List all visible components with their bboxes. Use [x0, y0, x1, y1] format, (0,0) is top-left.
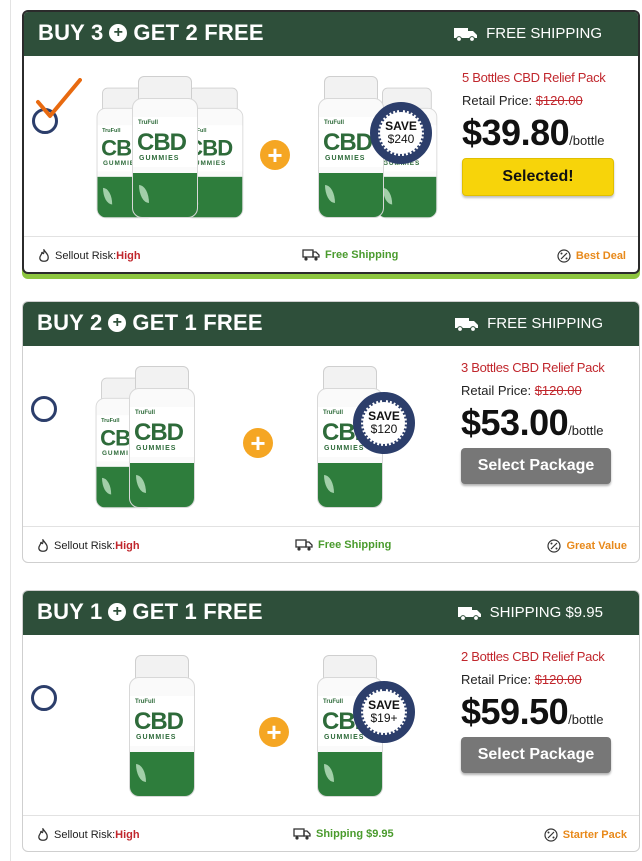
- orange-plus-icon: +: [260, 140, 290, 170]
- package-header: BUY 3 + GET 2 FREE FREE SHIPPING: [24, 12, 638, 56]
- retail-price: Retail Price: $120.00: [461, 672, 582, 687]
- bottle-price: $53.00/bottle: [461, 402, 604, 443]
- pack-name: 2 Bottles CBD Relief Pack: [461, 649, 605, 664]
- header-shipping: FREE SHIPPING: [455, 315, 603, 332]
- free-bottles: TruFullCBDGUMMIES TruFullCBDGUMMIES SAVE…: [314, 76, 444, 226]
- deal-tag: Starter Pack: [544, 828, 627, 842]
- flame-icon: [38, 539, 48, 552]
- flame-icon: [39, 249, 49, 262]
- truck-icon: [293, 828, 311, 840]
- package-radio[interactable]: [31, 396, 57, 422]
- package-header: BUY 1 + GET 1 FREE SHIPPING $9.95: [23, 591, 639, 635]
- truck-icon: [295, 539, 313, 551]
- deal-tag: Great Value: [547, 539, 627, 553]
- select-package-button[interactable]: Select Package: [461, 737, 611, 773]
- header-shipping-text: FREE SHIPPING: [486, 25, 602, 42]
- orange-plus-icon: +: [243, 428, 273, 458]
- footer-shipping: Free Shipping: [302, 249, 398, 261]
- bottle-image: TruFullCBDGUMMIES: [129, 655, 195, 797]
- package-footer: Sellout Risk: High Shipping $9.95 Starter…: [23, 815, 639, 851]
- header-shipping: SHIPPING $9.95: [457, 604, 603, 621]
- paid-bottles: TruFull CBD GUMMIES: [123, 655, 203, 805]
- retail-price: Retail Price: $120.00: [462, 93, 583, 108]
- deal-free-text: GET 2 FREE: [133, 20, 264, 45]
- plus-circle-icon: +: [109, 24, 128, 42]
- price-info: 5 Bottles CBD Relief Pack Retail Price: …: [462, 70, 638, 196]
- select-package-button[interactable]: Select Package: [461, 448, 611, 484]
- plus-circle-icon: +: [108, 314, 127, 332]
- truck-icon: [455, 317, 479, 332]
- package-card-buy2[interactable]: BUY 2 + GET 1 FREE FREE SHIPPING TruFull…: [22, 301, 640, 563]
- save-badge: SAVE $120: [353, 392, 415, 454]
- price-info: 2 Bottles CBD Relief Pack Retail Price: …: [461, 649, 637, 773]
- footer-shipping: Free Shipping: [295, 539, 391, 551]
- truck-icon: [457, 606, 481, 621]
- deal-buy-text: BUY 2: [37, 310, 103, 335]
- sellout-risk: Sellout Risk: High: [38, 249, 141, 263]
- paid-bottles: TruFull CBD GUMMIES TruFull CBD GUMMIES: [93, 366, 223, 516]
- free-bottles: TruFull CBD GUMMIES SAVE $120: [313, 366, 443, 516]
- header-shipping-text: SHIPPING $9.95: [489, 604, 603, 621]
- deal-title: BUY 1 + GET 1 FREE: [37, 599, 263, 625]
- percent-badge-icon: [557, 249, 571, 263]
- deal-title: BUY 2 + GET 1 FREE: [37, 310, 263, 336]
- package-body: TruFull CBD GUMMIES + TruFull CBD GUMMIES SA…: [23, 635, 639, 815]
- sellout-risk: Sellout Risk: High: [37, 828, 140, 842]
- package-card-buy3[interactable]: BUY 3 + GET 2 FREE FREE SHIPPING TruFull…: [22, 10, 640, 274]
- deal-free-text: GET 1 FREE: [132, 310, 263, 335]
- deal-buy-text: BUY 3: [38, 20, 104, 45]
- selected-button[interactable]: Selected!: [462, 158, 614, 196]
- truck-icon: [302, 249, 320, 261]
- page-edge-line: [10, 0, 11, 861]
- footer-shipping: Shipping $9.95: [293, 828, 394, 840]
- package-radio[interactable]: [31, 685, 57, 711]
- paid-bottles: TruFullCBDGUMMIES TruFullCBDGUMMIES TruF…: [94, 76, 244, 226]
- package-card-buy1[interactable]: BUY 1 + GET 1 FREE SHIPPING $9.95 TruFul…: [22, 590, 640, 852]
- truck-icon: [454, 27, 478, 42]
- orange-plus-icon: +: [259, 717, 289, 747]
- package-body: TruFullCBDGUMMIES TruFullCBDGUMMIES TruF…: [24, 56, 638, 236]
- bottle-price: $59.50/bottle: [461, 691, 604, 732]
- retail-price: Retail Price: $120.00: [461, 383, 582, 398]
- bottle-price: $39.80/bottle: [462, 112, 605, 153]
- bottle-image: TruFullCBDGUMMIES: [129, 366, 195, 508]
- pack-name: 5 Bottles CBD Relief Pack: [462, 70, 606, 85]
- percent-badge-icon: [547, 539, 562, 553]
- save-badge: SAVE $240: [370, 102, 432, 164]
- percent-badge-icon: [544, 828, 558, 842]
- free-bottles: TruFull CBD GUMMIES SAVE $19+: [313, 655, 443, 805]
- pack-name: 3 Bottles CBD Relief Pack: [461, 360, 605, 375]
- deal-buy-text: BUY 1: [37, 599, 103, 624]
- package-footer: Sellout Risk: High Free Shipping Best Dea…: [24, 236, 638, 272]
- package-body: TruFull CBD GUMMIES TruFull CBD GUMMIES + Tr…: [23, 346, 639, 526]
- price-info: 3 Bottles CBD Relief Pack Retail Price: …: [461, 360, 637, 484]
- save-badge: SAVE $19+: [353, 681, 415, 743]
- header-shipping: FREE SHIPPING: [454, 25, 602, 42]
- deal-tag: Best Deal: [557, 249, 626, 263]
- bottle-image: TruFullCBDGUMMIES: [132, 76, 198, 218]
- plus-circle-icon: +: [108, 603, 127, 621]
- deal-title: BUY 3 + GET 2 FREE: [38, 20, 264, 46]
- deal-free-text: GET 1 FREE: [132, 599, 263, 624]
- package-footer: Sellout Risk: High Free Shipping Great Va…: [23, 526, 639, 562]
- package-header: BUY 2 + GET 1 FREE FREE SHIPPING: [23, 302, 639, 346]
- header-shipping-text: FREE SHIPPING: [487, 315, 603, 332]
- flame-icon: [38, 828, 48, 841]
- checkmark-icon: [36, 78, 82, 118]
- sellout-risk: Sellout Risk: High: [37, 539, 140, 553]
